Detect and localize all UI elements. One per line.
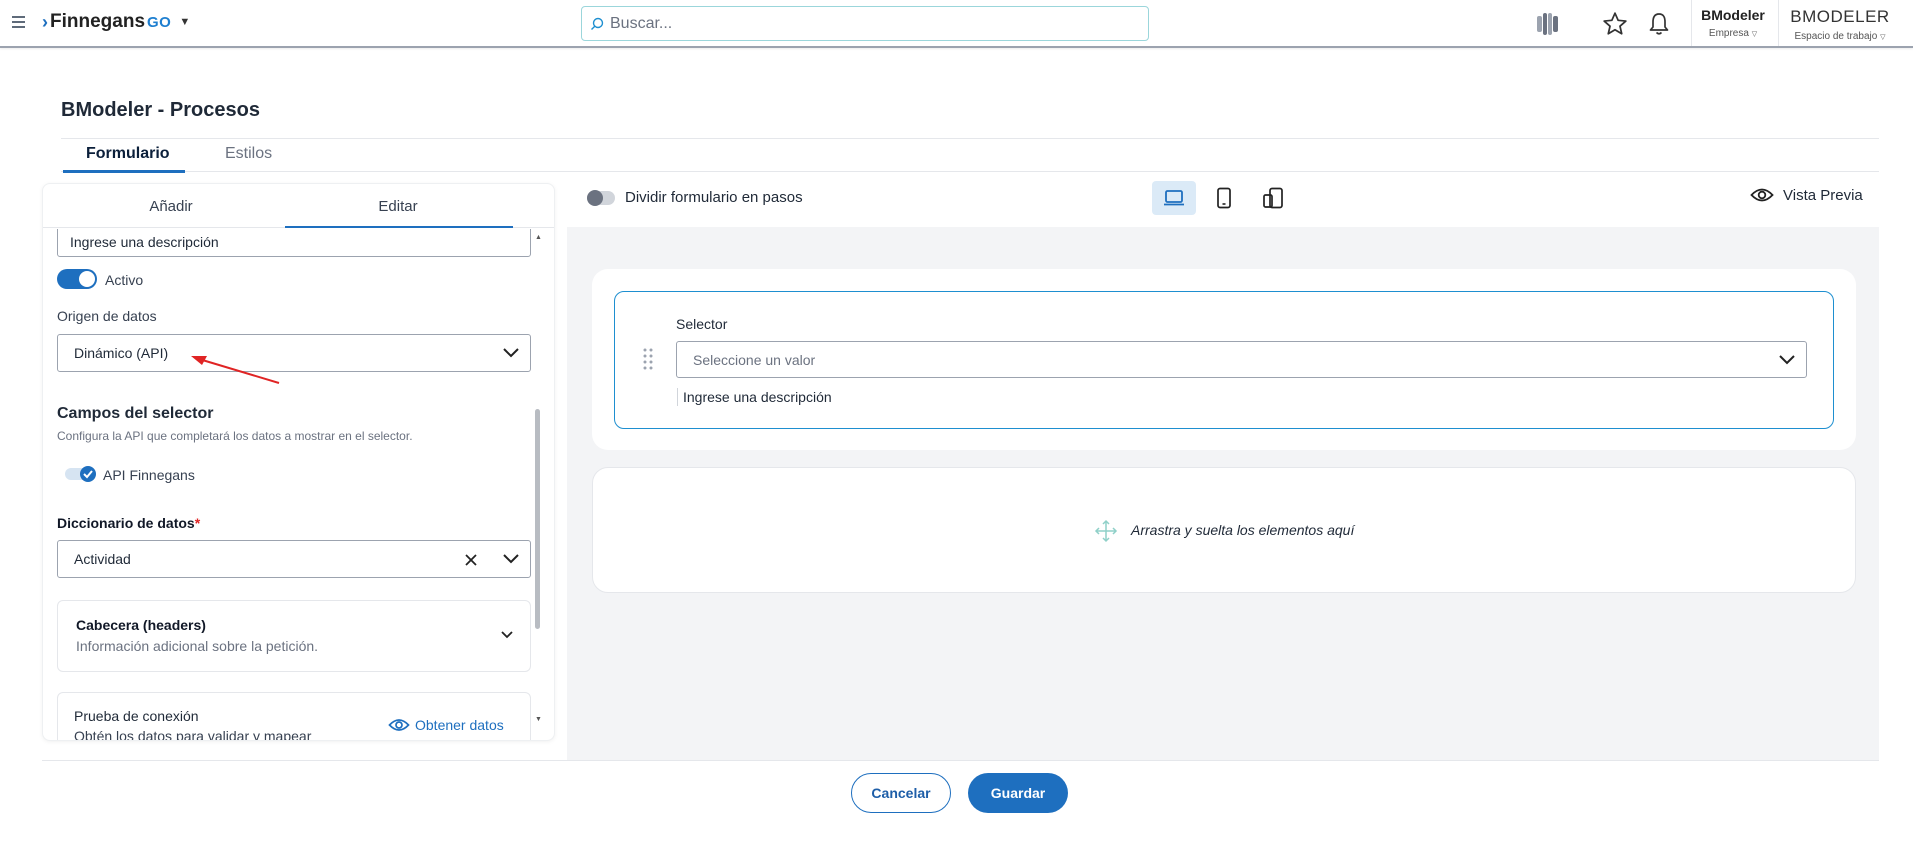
chevron-down-icon[interactable] — [502, 552, 520, 566]
tab-estilos[interactable]: Estilos — [225, 145, 272, 163]
active-toggle[interactable] — [57, 269, 97, 289]
brand-logo[interactable]: › Finnegans GO ▼ — [42, 11, 190, 33]
tab-formulario[interactable]: Formulario — [86, 145, 170, 163]
scroll-thumb[interactable] — [535, 409, 540, 629]
description-field[interactable]: Ingrese una descripción — [57, 229, 531, 257]
dictionary-value: Actividad — [74, 551, 131, 567]
brand-suffix: GO — [147, 13, 172, 31]
company-label: Empresa — [1708, 28, 1749, 39]
app-logo-icon[interactable] — [1534, 10, 1562, 38]
fetch-data-button[interactable]: Obtener datos — [388, 717, 504, 733]
eye-icon — [1750, 188, 1774, 202]
annotation-arrow — [191, 356, 280, 384]
text-cursor — [677, 388, 678, 406]
search-bar[interactable] — [581, 6, 1149, 41]
section-description: Configura la API que completará los dato… — [57, 429, 413, 443]
drag-handle-icon[interactable] — [643, 347, 653, 371]
scroll-down-icon[interactable]: ▼ — [535, 716, 542, 723]
split-steps-label: Dividir formulario en pasos — [625, 189, 803, 206]
caret-down-icon[interactable]: ▼ — [179, 16, 190, 28]
caret-down-icon: ▽ — [1751, 31, 1758, 38]
chevron-down-icon — [501, 631, 513, 639]
section-title: Campos del selector — [57, 405, 214, 422]
check-icon — [80, 466, 96, 482]
move-icon — [1094, 519, 1118, 543]
api-toggle[interactable] — [65, 466, 96, 482]
brand-name: Finnegans — [50, 11, 146, 32]
page-title: BModeler - Procesos — [61, 99, 260, 121]
api-label: API Finnegans — [103, 467, 195, 483]
preview-label: Vista Previa — [1783, 186, 1863, 204]
chevron-down-icon — [503, 348, 519, 358]
mobile-icon — [1263, 187, 1283, 209]
star-icon[interactable] — [1601, 10, 1629, 38]
origin-label: Origen de datos — [57, 308, 157, 324]
panel-tabs: Añadir Editar — [43, 184, 554, 228]
chevron-down-icon — [1779, 355, 1795, 365]
active-tab-indicator — [285, 226, 513, 228]
logo-chevron-icon: › — [42, 11, 48, 32]
required-marker: * — [194, 515, 201, 531]
drop-zone[interactable]: Arrastra y suelta los elementos aquí — [592, 467, 1856, 593]
scroll-up-icon[interactable]: ▲ — [535, 234, 542, 241]
divider — [1778, 0, 1779, 46]
dictionary-label: Diccionario de datos* — [57, 515, 201, 531]
dropzone-text: Arrastra y suelta los elementos aquí — [1131, 522, 1355, 538]
caret-down-icon: ▽ — [1880, 34, 1886, 41]
split-steps-toggle[interactable] — [587, 190, 615, 206]
panel-scroll-area[interactable]: Ingrese una descripción Activo Origen de… — [43, 229, 533, 741]
properties-panel: Añadir Editar Ingrese una descripción Ac… — [42, 183, 555, 741]
dictionary-select[interactable]: Actividad — [57, 540, 531, 578]
preview-button[interactable]: Vista Previa — [1750, 186, 1863, 204]
divider — [1691, 0, 1692, 46]
headers-title: Cabecera (headers) — [76, 617, 206, 633]
desktop-view-button[interactable] — [1152, 181, 1196, 215]
fetch-data-label: Obtener datos — [415, 717, 504, 733]
clear-icon[interactable] — [464, 553, 478, 567]
workspace-label: Espacio de trabajo — [1794, 31, 1878, 42]
eye-icon — [388, 719, 410, 731]
tablet-view-button[interactable] — [1202, 181, 1246, 215]
selector-description: Ingrese una descripción — [683, 389, 832, 405]
active-label: Activo — [105, 272, 144, 288]
selector-component[interactable]: Selector Seleccione un valor Ingrese una… — [614, 291, 1834, 429]
origin-value: Dinámico (API) — [74, 345, 169, 361]
selector-dropdown[interactable]: Seleccione un valor — [676, 341, 1807, 378]
tab-anadir[interactable]: Añadir — [71, 198, 271, 215]
company-selector[interactable]: BModeler Empresa ▽ — [1698, 7, 1768, 39]
panel-scrollbar[interactable]: ▲ ▼ — [535, 234, 542, 729]
search-icon — [591, 17, 604, 30]
description-value: Ingrese una descripción — [70, 234, 219, 250]
headers-description: Información adicional sobre la petición. — [76, 638, 319, 654]
workspace-name: BMODELER — [1790, 7, 1890, 26]
selector-label: Selector — [676, 316, 728, 332]
footer-divider — [42, 760, 1879, 761]
top-bar: › Finnegans GO ▼ BModeler Empresa ▽ BMOD… — [0, 0, 1913, 48]
connection-title: Prueba de conexión — [74, 708, 199, 724]
company-name: BModeler — [1701, 7, 1765, 23]
origin-select[interactable]: Dinámico (API) — [57, 334, 531, 372]
connection-test-card: Prueba de conexión Obtén los datos para … — [57, 692, 531, 741]
tab-editar[interactable]: Editar — [298, 198, 498, 215]
page-tabs: Formulario Estilos — [61, 138, 1879, 173]
connection-description: Obtén los datos para validar y mapear — [74, 728, 312, 741]
workspace-selector[interactable]: BMODELER Espacio de trabajo ▽ — [1784, 7, 1896, 42]
headers-accordion[interactable]: Cabecera (headers) Información adicional… — [57, 600, 531, 672]
active-tab-indicator — [63, 170, 185, 173]
mobile-view-button[interactable] — [1251, 181, 1295, 215]
bell-icon[interactable] — [1645, 10, 1673, 38]
menu-icon[interactable] — [12, 16, 25, 28]
save-button[interactable]: Guardar — [968, 773, 1068, 813]
tablet-icon — [1217, 187, 1231, 209]
laptop-icon — [1164, 190, 1184, 206]
selector-placeholder: Seleccione un valor — [693, 351, 816, 368]
cancel-button[interactable]: Cancelar — [851, 773, 951, 813]
search-input[interactable] — [610, 14, 1130, 33]
